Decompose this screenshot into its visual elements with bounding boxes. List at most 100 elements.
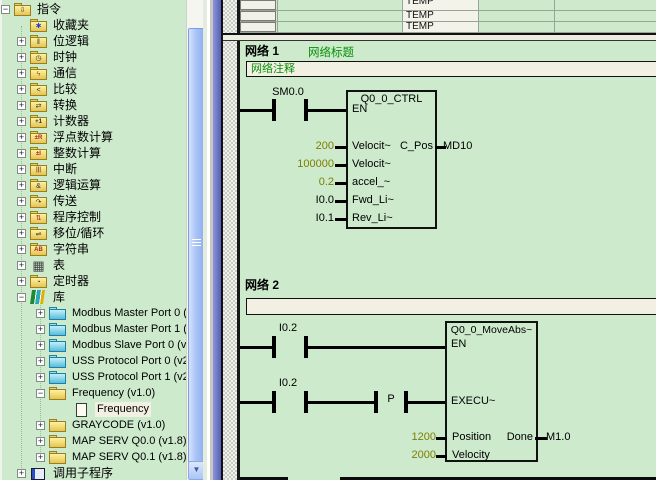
param-value[interactable]: 1200 (390, 431, 436, 443)
expand-toggle[interactable]: + (36, 309, 45, 318)
var-type-cell[interactable]: TEMP (406, 0, 434, 8)
tree-item-29[interactable]: +调用子程序 (0, 465, 186, 480)
row-selector-cell[interactable] (240, 0, 276, 10)
tree-item-21[interactable]: +Modbus Slave Port 0 (v (0, 337, 186, 353)
expand-toggle[interactable]: + (17, 213, 26, 222)
param-value[interactable]: 100000 (268, 158, 334, 170)
expand-toggle[interactable]: + (36, 453, 45, 462)
tree-item-9[interactable]: +±I整数计算 (0, 145, 186, 161)
expand-toggle[interactable]: + (17, 53, 26, 62)
tree-item-6[interactable]: +⇄转换 (0, 97, 186, 113)
tree-item-8[interactable]: +±R浮点数计算 (0, 129, 186, 145)
wire (240, 401, 273, 404)
expand-toggle[interactable]: + (17, 149, 26, 158)
collapse-toggle[interactable]: − (17, 293, 26, 302)
network-1-label[interactable]: 网络 1 (245, 42, 279, 59)
network-1-comment-box[interactable]: 网络注释 (246, 61, 656, 77)
tree-item-7[interactable]: ++1计数器 (0, 113, 186, 129)
expand-toggle[interactable]: + (36, 357, 45, 366)
tree-item-20[interactable]: +Modbus Master Port 1 ( (0, 321, 186, 337)
table-editor-splitter[interactable] (223, 33, 656, 41)
row-selector-cell[interactable] (240, 22, 276, 32)
collapse-toggle[interactable]: − (36, 389, 45, 398)
contact-sm0-0[interactable] (304, 99, 308, 121)
expand-toggle[interactable]: + (17, 277, 26, 286)
network-2-label[interactable]: 网络 2 (245, 276, 279, 293)
tree-item-14[interactable]: +⇌移位/循环 (0, 225, 186, 241)
shift-rotate-folder: ⇌ (30, 227, 47, 240)
expand-toggle[interactable]: + (17, 245, 26, 254)
expand-toggle[interactable]: + (17, 85, 26, 94)
contact-i0-2[interactable] (272, 336, 276, 358)
expand-toggle[interactable]: + (17, 101, 26, 110)
param-value[interactable]: 200 (268, 140, 334, 152)
tree-item-10[interactable]: +|||中断 (0, 161, 186, 177)
expand-toggle[interactable]: + (17, 197, 26, 206)
tree-item-13[interactable]: +⇅程序控制 (0, 209, 186, 225)
tree-item-label: 比较 (51, 82, 79, 97)
tree-item-0[interactable]: −⇩指令 (0, 1, 186, 17)
tree-item-19[interactable]: +Modbus Master Port 0 ( (0, 305, 186, 321)
positive-edge-contact[interactable] (404, 391, 408, 413)
tree-item-16[interactable]: +▦表 (0, 257, 186, 273)
output-operand[interactable]: MD10 (443, 140, 472, 152)
network-2-comment-box[interactable] (246, 298, 656, 315)
row-selector-cell[interactable] (240, 11, 276, 21)
expand-toggle[interactable]: + (36, 421, 45, 430)
expand-toggle[interactable]: + (17, 133, 26, 142)
expand-toggle[interactable]: + (17, 37, 26, 46)
contact-i0-2[interactable] (304, 336, 308, 358)
tree-item-17[interactable]: +◔定时器 (0, 273, 186, 289)
expand-toggle[interactable]: + (17, 261, 26, 270)
expand-toggle[interactable]: + (17, 229, 26, 238)
pin-tick (335, 218, 347, 221)
expand-toggle[interactable]: + (17, 117, 26, 126)
wire (408, 401, 445, 404)
expand-toggle[interactable]: + (36, 437, 45, 446)
tree-item-25[interactable]: Frequency (0, 401, 186, 417)
window-splitter[interactable] (213, 0, 221, 480)
param-value[interactable]: I0.0 (268, 194, 334, 206)
contact-sm0-0[interactable] (272, 99, 276, 121)
expand-toggle[interactable]: + (36, 341, 45, 350)
expand-toggle[interactable]: + (36, 325, 45, 334)
tree-item-1[interactable]: ✱收藏夹 (0, 17, 186, 33)
param-value[interactable]: I0.1 (268, 212, 334, 224)
tree-item-12[interactable]: +↷传送 (0, 193, 186, 209)
expand-toggle[interactable]: + (17, 69, 26, 78)
tree-item-15[interactable]: +AB字符串 (0, 241, 186, 257)
expand-toggle[interactable]: + (36, 373, 45, 382)
tree-item-27[interactable]: +MAP SERV Q0.0 (v1.8) (0, 433, 186, 449)
output-operand[interactable]: M1.0 (546, 431, 570, 443)
tree-item-24[interactable]: −Frequency (v1.0) (0, 385, 186, 401)
output-pin: C_Pos (378, 140, 433, 152)
tree-item-3[interactable]: +◷时钟 (0, 49, 186, 65)
grid-line (402, 0, 403, 33)
tree-item-11[interactable]: +&逻辑运算 (0, 177, 186, 193)
tree-scrollbar[interactable]: ▼ (186, 0, 204, 480)
library-folder (49, 419, 66, 432)
tree-item-18[interactable]: −库 (0, 289, 186, 305)
tree-item-23[interactable]: +USS Protocol Port 1 (v2 (0, 369, 186, 385)
tree-item-label: 浮点数计算 (51, 130, 115, 145)
collapse-toggle[interactable]: − (1, 5, 10, 14)
tree-item-4[interactable]: +ϟ通信 (0, 65, 186, 81)
expand-toggle[interactable]: + (17, 181, 26, 190)
pin-tick (335, 164, 347, 167)
tree-item-28[interactable]: +MAP SERV Q0.1 (v1.8) (0, 449, 186, 465)
param-value[interactable]: 0.2 (268, 176, 334, 188)
contact-i0-2[interactable] (304, 391, 308, 413)
tree-item-22[interactable]: +USS Protocol Port 0 (v2 (0, 353, 186, 369)
param-value[interactable]: 2000 (390, 449, 436, 461)
contact-operand-label: I0.2 (266, 377, 310, 389)
network-1-title[interactable]: 网络标题 (308, 44, 354, 60)
expand-toggle[interactable]: + (17, 469, 26, 478)
contact-i0-2[interactable] (272, 391, 276, 413)
tree-item-2[interactable]: +‖位逻辑 (0, 33, 186, 49)
instruction-tree[interactable]: −⇩指令✱收藏夹+‖位逻辑+◷时钟+ϟ通信+<比较+⇄转换++1计数器+±R浮点… (0, 0, 186, 480)
positive-edge-contact[interactable] (374, 391, 378, 413)
tree-item-5[interactable]: +<比较 (0, 81, 186, 97)
tree-item-26[interactable]: +GRAYCODE (v1.0) (0, 417, 186, 433)
pin-tick (436, 455, 447, 458)
expand-toggle[interactable]: + (17, 165, 26, 174)
